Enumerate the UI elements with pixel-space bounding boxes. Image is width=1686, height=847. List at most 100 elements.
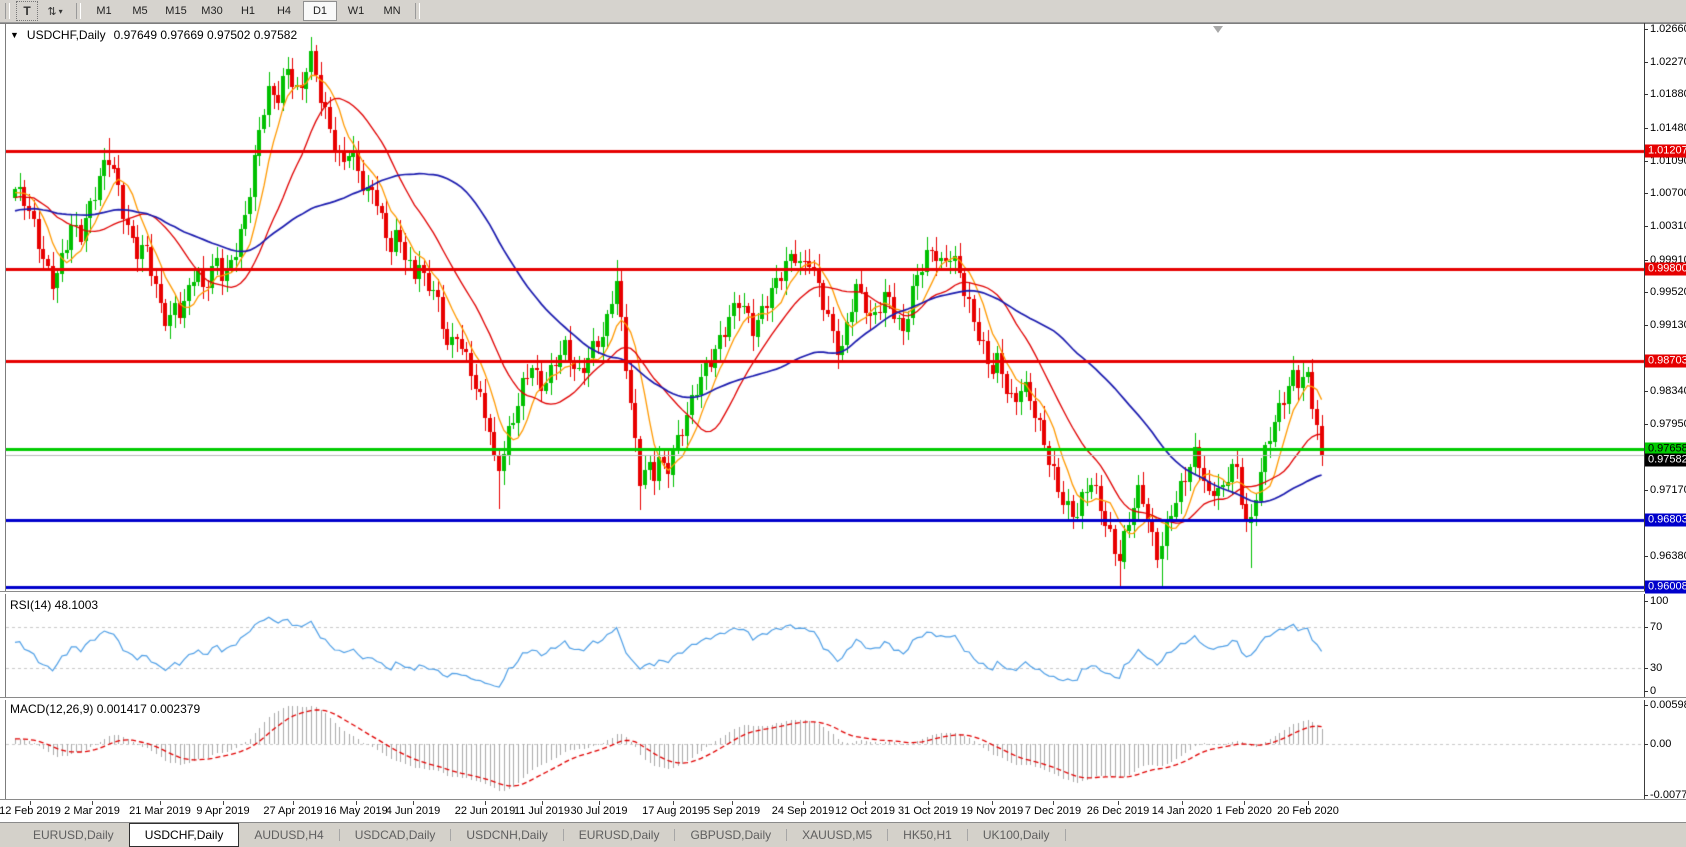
rsi-indicator-label: RSI(14) 48.1003 xyxy=(10,598,99,612)
rsi-tick-mark xyxy=(1644,627,1648,628)
price-tick-label: 0.98340 xyxy=(1650,385,1686,398)
main-rsi-separator[interactable] xyxy=(0,591,1686,594)
toolbar-grip xyxy=(76,3,81,19)
date-tick-label: 31 Oct 2019 xyxy=(898,805,958,817)
text-tool-button[interactable]: T xyxy=(16,1,38,21)
price-tick-label: 1.00310 xyxy=(1650,220,1686,233)
price-tick-label: 1.02270 xyxy=(1650,55,1686,68)
timeframe-button-W1[interactable]: W1 xyxy=(339,1,373,21)
toolbar-grip xyxy=(5,3,10,19)
date-tick-label: 9 Apr 2019 xyxy=(196,805,250,817)
chart-title: ▼ USDCHF,Daily 0.97649 0.97669 0.97502 0… xyxy=(10,28,297,42)
chevron-down-icon: ▾ xyxy=(58,6,63,16)
macd-tick-mark xyxy=(1644,705,1648,706)
date-tick-label: 2 Mar 2019 xyxy=(64,805,120,817)
rsi-tick-mark xyxy=(1644,601,1648,602)
timeframe-button-M30[interactable]: M30 xyxy=(195,1,229,21)
timeframe-button-M1[interactable]: M1 xyxy=(87,1,121,21)
chart-tab-eurusd[interactable]: EURUSD,Daily xyxy=(564,823,675,847)
price-tick-label: 1.01480 xyxy=(1650,121,1686,134)
price-tick-label: 0.96380 xyxy=(1650,549,1686,562)
rsi-tick-mark xyxy=(1644,668,1648,669)
chart-ohlc-values: 0.97649 0.97669 0.97502 0.97582 xyxy=(113,28,298,42)
arrange-icon: ⇅ xyxy=(47,5,57,18)
chart-tab-eurusd[interactable]: EURUSD,Daily xyxy=(18,823,129,847)
rsi-tick-mark xyxy=(1644,691,1648,692)
price-line-label: 0.97582 xyxy=(1645,453,1686,467)
macd-tick-label: -0.007737 xyxy=(1650,788,1686,801)
date-tick-label: 24 Sep 2019 xyxy=(771,805,835,817)
chart-shift-marker[interactable] xyxy=(1213,26,1223,33)
price-axis-border xyxy=(1644,23,1645,801)
date-tick-label: 19 Nov 2019 xyxy=(960,805,1024,817)
price-tick-mark xyxy=(1644,128,1648,129)
date-tick-label: 21 Mar 2019 xyxy=(129,805,191,817)
macd-panel-canvas[interactable] xyxy=(6,700,1644,799)
date-tick-label: 12 Oct 2019 xyxy=(835,805,895,817)
timeframe-button-MN[interactable]: MN xyxy=(375,1,409,21)
date-tick-label: 1 Feb 2020 xyxy=(1216,805,1272,817)
date-tick-label: 5 Sep 2019 xyxy=(703,805,761,817)
date-tick-label: 4 Jun 2019 xyxy=(385,805,441,817)
price-tick-label: 0.99520 xyxy=(1650,286,1686,299)
date-axis: 12 Feb 2019 2 Mar 2019 21 Mar 2019 9 Apr 20… xyxy=(0,801,1686,821)
macd-tick-label: 0.00 xyxy=(1650,738,1672,750)
macd-tick-mark xyxy=(1644,795,1648,796)
rsi-macd-separator[interactable] xyxy=(0,697,1686,700)
chart-tab-uk100[interactable]: UK100,Daily xyxy=(968,823,1065,847)
tab-divider xyxy=(1064,829,1066,841)
price-tick-mark xyxy=(1644,424,1648,425)
chart-context-triangle-icon[interactable]: ▼ xyxy=(10,30,19,40)
rsi-tick-label: 100 xyxy=(1650,595,1669,607)
rsi-tick-label: 30 xyxy=(1650,662,1663,674)
rsi-panel-canvas[interactable] xyxy=(6,594,1644,697)
chart-tab-usdchf[interactable]: USDCHF,Daily xyxy=(128,823,240,847)
price-tick-mark xyxy=(1644,226,1648,227)
timeframe-button-H1[interactable]: H1 xyxy=(231,1,265,21)
date-tick-label: 17 Aug 2019 xyxy=(642,805,704,817)
price-line-label: 0.99800 xyxy=(1645,262,1686,276)
date-tick-label: 30 Jul 2019 xyxy=(570,805,628,817)
arrange-windows-button[interactable]: ⇅ ▾ xyxy=(40,2,70,20)
chart-symbol-period: USDCHF,Daily xyxy=(26,28,106,42)
chart-tab-bar: EURUSD,Daily USDCHF,Daily AUDUSD,H4 USDCAD,… xyxy=(0,822,1686,847)
price-tick-mark xyxy=(1644,391,1648,392)
timeframe-button-D1[interactable]: D1 xyxy=(303,1,337,21)
price-tick-mark xyxy=(1644,260,1648,261)
date-tick-label: 26 Dec 2019 xyxy=(1086,805,1150,817)
chart-tab-usdcnh[interactable]: USDCNH,Daily xyxy=(451,823,562,847)
price-tick-mark xyxy=(1644,325,1648,326)
chart-tab-hk50[interactable]: HK50,H1 xyxy=(888,823,967,847)
price-tick-mark xyxy=(1644,29,1648,30)
price-tick-mark xyxy=(1644,490,1648,491)
timeframe-button-M5[interactable]: M5 xyxy=(123,1,157,21)
timeframe-button-H4[interactable]: H4 xyxy=(267,1,301,21)
price-chart-canvas[interactable] xyxy=(6,24,1644,591)
timeframe-button-group: M1 M5 M15 M30 H1 H4 D1 W1 MN xyxy=(86,1,410,21)
date-tick-label: 22 Jun 2019 xyxy=(454,805,516,817)
date-tick-label: 14 Jan 2020 xyxy=(1151,805,1213,817)
price-tick-mark xyxy=(1644,556,1648,557)
price-tick-label: 1.02660 xyxy=(1650,23,1686,35)
price-tick-mark xyxy=(1644,62,1648,63)
chart-tab-xauusd[interactable]: XAUUSD,M5 xyxy=(787,823,887,847)
timeframe-button-M15[interactable]: M15 xyxy=(159,1,193,21)
chart-tab-gbpusd[interactable]: GBPUSD,Daily xyxy=(675,823,786,847)
chart-tab-audusd[interactable]: AUDUSD,H4 xyxy=(239,823,338,847)
rsi-tick-label: 70 xyxy=(1650,621,1663,633)
date-tick-label: 11 Jul 2019 xyxy=(513,805,571,817)
price-tick-label: 0.97950 xyxy=(1650,418,1686,431)
price-tick-mark xyxy=(1644,161,1648,162)
toolbar-grip xyxy=(415,3,420,19)
price-tick-mark xyxy=(1644,292,1648,293)
date-tick-label: 20 Feb 2020 xyxy=(1277,805,1339,817)
price-line-label: 0.98703 xyxy=(1645,354,1686,368)
date-tick-label: 27 Apr 2019 xyxy=(263,805,323,817)
price-tick-label: 1.00700 xyxy=(1650,187,1686,200)
date-tick-label: 16 May 2019 xyxy=(324,805,388,817)
price-line-label: 1.01207 xyxy=(1645,144,1686,158)
chart-tab-usdcad[interactable]: USDCAD,Daily xyxy=(340,823,451,847)
price-tick-label: 0.99130 xyxy=(1650,319,1686,332)
price-tick-mark xyxy=(1644,94,1648,95)
date-tick-label: 12 Feb 2019 xyxy=(0,805,61,817)
